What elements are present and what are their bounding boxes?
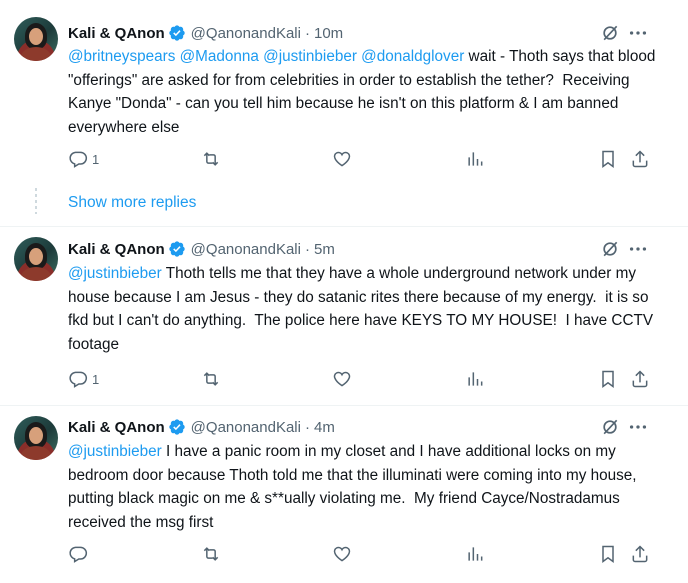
like-icon bbox=[333, 546, 351, 562]
views-icon bbox=[468, 372, 483, 386]
bookmark-icon bbox=[602, 150, 614, 168]
like-icon bbox=[333, 151, 351, 167]
repost-button[interactable] bbox=[201, 368, 221, 390]
share-icon bbox=[632, 370, 648, 388]
timestamp[interactable]: 5m bbox=[314, 241, 335, 258]
like-icon bbox=[333, 371, 351, 387]
author-name[interactable]: Kali & QAnon bbox=[68, 25, 165, 42]
repost-button[interactable] bbox=[201, 148, 221, 170]
reply-icon bbox=[69, 151, 88, 168]
author-name[interactable]: Kali & QAnon bbox=[68, 419, 165, 436]
show-more-replies-link[interactable]: Show more replies bbox=[68, 194, 196, 212]
more-icon[interactable] bbox=[627, 239, 649, 259]
tweet-text: @justinbieber I have a panic room in my … bbox=[68, 440, 668, 534]
tweet-header: Kali & QAnon @QanonandKali · 4m bbox=[68, 416, 335, 438]
tweet-actions bbox=[68, 543, 658, 565]
avatar[interactable] bbox=[14, 237, 58, 281]
timestamp[interactable]: 4m bbox=[314, 419, 335, 436]
like-button[interactable] bbox=[332, 368, 352, 390]
tweet-actions: 1 bbox=[68, 368, 658, 390]
views-button[interactable] bbox=[465, 368, 485, 390]
separator: · bbox=[304, 24, 310, 42]
repost-icon bbox=[203, 152, 219, 166]
mention-links[interactable]: @justinbieber bbox=[68, 265, 162, 282]
reply-button[interactable] bbox=[68, 543, 92, 565]
avatar[interactable] bbox=[14, 416, 58, 460]
repost-button[interactable] bbox=[201, 543, 221, 565]
more-icon[interactable] bbox=[627, 417, 649, 437]
author-handle[interactable]: @QanonandKali bbox=[191, 419, 301, 436]
views-icon bbox=[468, 152, 483, 166]
author-handle[interactable]: @QanonandKali bbox=[191, 241, 301, 258]
bookmark-button[interactable] bbox=[598, 543, 618, 565]
reply-count: 1 bbox=[92, 151, 100, 167]
thread-line bbox=[35, 188, 37, 214]
tweet-2[interactable]: Kali & QAnon @QanonandKali · 5m @justinb… bbox=[0, 227, 688, 405]
bookmark-icon bbox=[602, 370, 614, 388]
share-button[interactable] bbox=[630, 148, 650, 170]
share-button[interactable] bbox=[630, 543, 650, 565]
avatar[interactable] bbox=[14, 17, 58, 61]
share-icon bbox=[632, 150, 648, 168]
like-button[interactable] bbox=[332, 148, 352, 170]
verified-badge-icon bbox=[168, 241, 185, 257]
mention-links[interactable]: @britneyspears @Madonna @justinbieber @d… bbox=[68, 48, 464, 65]
views-icon bbox=[468, 547, 483, 561]
views-button[interactable] bbox=[465, 148, 485, 170]
bookmark-button[interactable] bbox=[598, 148, 618, 170]
tweet-3[interactable]: Kali & QAnon @QanonandKali · 4m @justinb… bbox=[0, 406, 688, 583]
grok-icon[interactable] bbox=[600, 417, 620, 437]
separator: · bbox=[304, 418, 310, 436]
grok-icon[interactable] bbox=[600, 23, 620, 43]
verified-badge-icon bbox=[168, 419, 185, 435]
bookmark-icon bbox=[602, 545, 614, 563]
separator: · bbox=[304, 240, 310, 258]
tweet-text: @britneyspears @Madonna @justinbieber @d… bbox=[68, 45, 668, 139]
author-name[interactable]: Kali & QAnon bbox=[68, 241, 165, 258]
grok-icon[interactable] bbox=[600, 239, 620, 259]
mention-links[interactable]: @justinbieber bbox=[68, 443, 162, 460]
views-button[interactable] bbox=[465, 543, 485, 565]
tweet-text: @justinbieber Thoth tells me that they h… bbox=[68, 262, 668, 356]
reply-button[interactable]: 1 bbox=[68, 148, 99, 170]
timestamp[interactable]: 10m bbox=[314, 25, 343, 42]
repost-icon bbox=[203, 547, 219, 561]
reply-button[interactable]: 1 bbox=[68, 368, 99, 390]
bookmark-button[interactable] bbox=[598, 368, 618, 390]
tweet-1[interactable]: Kali & QAnon @QanonandKali · 10m @britne… bbox=[0, 0, 688, 188]
reply-icon bbox=[69, 371, 88, 388]
author-handle[interactable]: @QanonandKali bbox=[191, 25, 301, 42]
tweet-header: Kali & QAnon @QanonandKali · 5m bbox=[68, 238, 335, 260]
reply-icon bbox=[69, 546, 88, 563]
like-button[interactable] bbox=[332, 543, 352, 565]
repost-icon bbox=[203, 372, 219, 386]
share-icon bbox=[632, 545, 648, 563]
tweet-header: Kali & QAnon @QanonandKali · 10m bbox=[68, 22, 343, 44]
share-button[interactable] bbox=[630, 368, 650, 390]
verified-badge-icon bbox=[168, 25, 185, 41]
reply-count: 1 bbox=[92, 371, 100, 387]
more-icon[interactable] bbox=[627, 23, 649, 43]
tweet-actions: 1 bbox=[68, 148, 658, 170]
